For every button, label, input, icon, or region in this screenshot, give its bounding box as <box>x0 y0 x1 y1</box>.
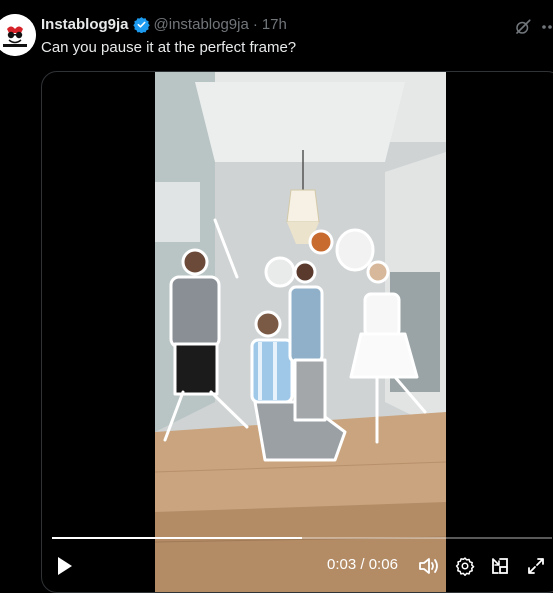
gear-icon[interactable] <box>455 556 475 576</box>
tweet-text: Can you pause it at the perfect frame? <box>41 39 297 56</box>
instablog9ja-logo-icon <box>0 14 36 56</box>
video-frame[interactable] <box>155 72 446 592</box>
separator-dot: · <box>252 16 258 33</box>
fullscreen-icon[interactable] <box>526 556 546 576</box>
verified-badge-icon <box>132 17 150 33</box>
video-time-readout: 0:03 / 0:06 <box>327 556 398 573</box>
duration: 0:06 <box>368 556 398 573</box>
avatar[interactable] <box>0 14 36 56</box>
video-progress-bar[interactable] <box>52 537 552 539</box>
video-player[interactable]: 0:03 / 0:06 <box>41 71 553 593</box>
play-icon[interactable] <box>56 556 74 576</box>
grok-icon[interactable] <box>514 18 532 36</box>
timestamp[interactable]: 17h <box>262 16 287 33</box>
picture-in-picture-icon[interactable] <box>490 556 510 576</box>
video-progress-fill <box>52 537 302 539</box>
video-still <box>155 72 446 592</box>
more-icon[interactable] <box>541 18 553 36</box>
tweet-header: Instablog9ja @instablog9ja · 17h <box>41 16 287 33</box>
display-name[interactable]: Instablog9ja <box>41 16 129 33</box>
tweet: Instablog9ja @instablog9ja · 17h Can you… <box>0 0 553 593</box>
volume-icon[interactable] <box>418 556 440 576</box>
current-time: 0:03 <box>327 556 357 573</box>
handle[interactable]: @instablog9ja <box>154 16 249 33</box>
time-separator: / <box>356 556 369 573</box>
